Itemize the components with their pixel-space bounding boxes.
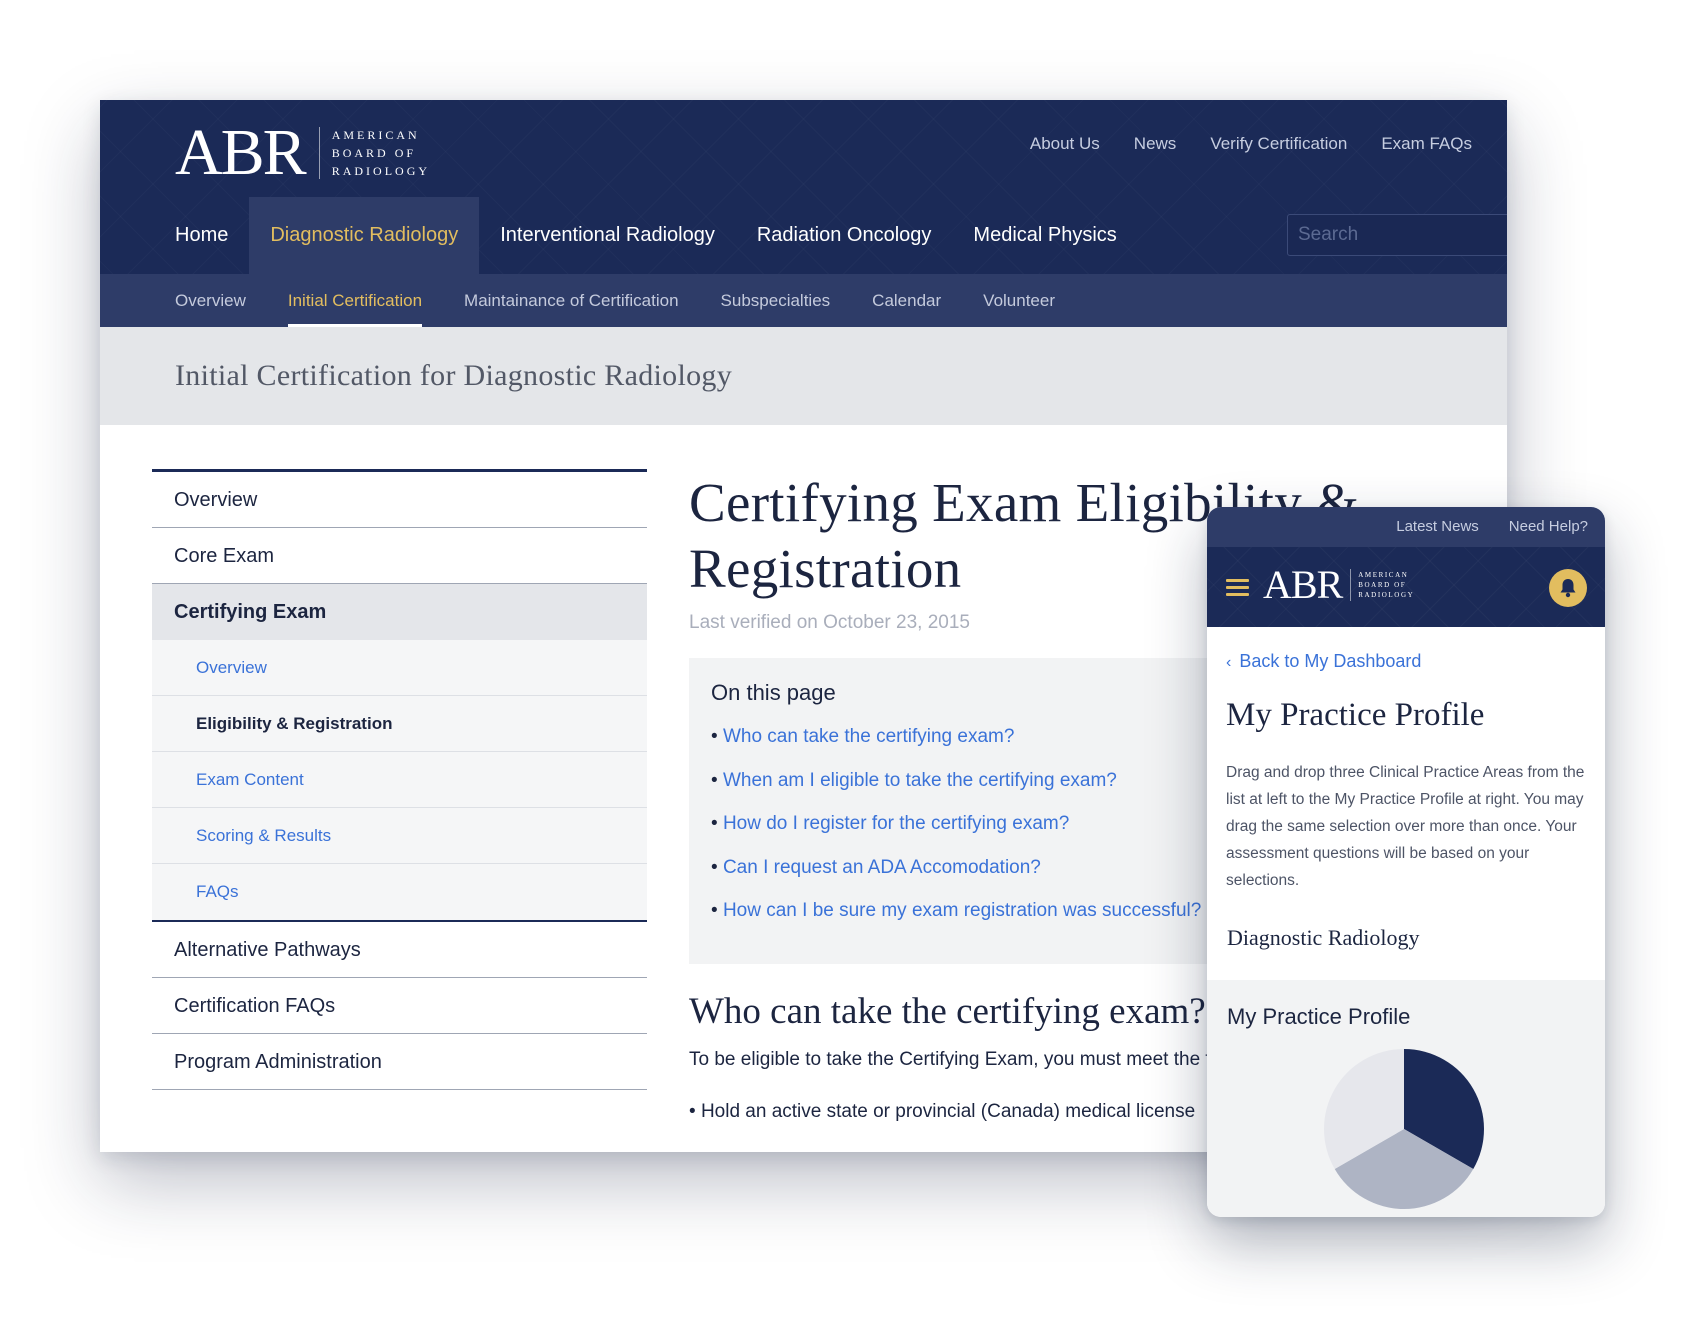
side-sub-faqs[interactable]: FAQs bbox=[152, 864, 647, 920]
logo-word-3: RADIOLOGY bbox=[331, 164, 431, 178]
side-sub-exam-content[interactable]: Exam Content bbox=[152, 752, 647, 808]
logo-divider bbox=[318, 127, 320, 179]
mobile-description: Drag and drop three Clinical Practice Ar… bbox=[1226, 764, 1585, 889]
sub-nav-subspecialties[interactable]: Subspecialties bbox=[700, 274, 852, 327]
sub-nav-maintainance-of-certification[interactable]: Maintainance of Certification bbox=[443, 274, 700, 327]
main-nav-radiation-oncology[interactable]: Radiation Oncology bbox=[736, 197, 953, 274]
side-item-overview[interactable]: Overview bbox=[152, 472, 647, 528]
mobile-abr-logo[interactable]: ABR AMERICAN BOARD OF RADIOLOGY bbox=[1263, 565, 1414, 605]
side-item-certification-faqs[interactable]: Certification FAQs bbox=[152, 978, 647, 1034]
mobile-link-need-help[interactable]: Need Help? bbox=[1509, 518, 1588, 535]
main-nav: Home Diagnostic Radiology Interventional… bbox=[154, 197, 1138, 274]
mobile-logo-word-2: BOARD OF bbox=[1358, 581, 1407, 589]
main-nav-medical-physics[interactable]: Medical Physics bbox=[952, 197, 1137, 274]
mobile-utility-bar: Latest News Need Help? bbox=[1207, 507, 1605, 547]
notification-bell-icon[interactable] bbox=[1549, 569, 1587, 607]
toc-link-how-register[interactable]: How do I register for the certifying exa… bbox=[723, 813, 1069, 834]
mobile-logo-mark: ABR bbox=[1263, 562, 1343, 607]
site-header: ABR AMERICAN BOARD OF RADIOLOGY About Us… bbox=[100, 100, 1507, 327]
util-link-verify-certification[interactable]: Verify Certification bbox=[1210, 134, 1347, 154]
toc-link-when-eligible[interactable]: When am I eligible to take the certifyin… bbox=[723, 770, 1117, 791]
sub-nav: Overview Initial Certification Maintaina… bbox=[100, 274, 1507, 327]
mobile-logo-divider bbox=[1350, 569, 1352, 601]
side-item-core-exam[interactable]: Core Exam bbox=[152, 528, 647, 584]
side-item-program-administration[interactable]: Program Administration bbox=[152, 1034, 647, 1090]
side-sub-eligibility-registration[interactable]: Eligibility & Registration bbox=[152, 696, 647, 752]
logo-word-1: AMERICAN bbox=[331, 128, 420, 142]
practice-area-diagnostic-radiology[interactable]: Diagnostic Radiology bbox=[1227, 925, 1419, 951]
mobile-header: ABR AMERICAN BOARD OF RADIOLOGY bbox=[1207, 547, 1605, 627]
main-nav-diagnostic-radiology[interactable]: Diagnostic Radiology bbox=[249, 197, 480, 274]
sub-nav-volunteer[interactable]: Volunteer bbox=[962, 274, 1076, 327]
mobile-page-title: My Practice Profile bbox=[1226, 697, 1485, 733]
side-item-alternative-pathways[interactable]: Alternative Pathways bbox=[152, 922, 647, 978]
main-nav-home[interactable]: Home bbox=[154, 197, 249, 274]
util-link-about-us[interactable]: About Us bbox=[1030, 134, 1100, 154]
mobile-logo-wordmark: AMERICAN BOARD OF RADIOLOGY bbox=[1358, 570, 1414, 600]
search-input[interactable] bbox=[1288, 215, 1507, 255]
practice-profile-pie-chart[interactable] bbox=[1319, 1044, 1489, 1214]
practice-profile-title: My Practice Profile bbox=[1227, 1004, 1411, 1029]
logo-mark: ABR bbox=[175, 116, 307, 189]
hamburger-menu-icon[interactable] bbox=[1226, 579, 1249, 596]
back-link-label: Back to My Dashboard bbox=[1239, 651, 1422, 671]
mobile-logo-word-1: AMERICAN bbox=[1358, 571, 1409, 579]
logo-wordmark: AMERICAN BOARD OF RADIOLOGY bbox=[332, 126, 430, 180]
main-nav-interventional-radiology[interactable]: Interventional Radiology bbox=[479, 197, 736, 274]
abr-logo[interactable]: ABR AMERICAN BOARD OF RADIOLOGY bbox=[175, 120, 430, 186]
sub-nav-calendar[interactable]: Calendar bbox=[851, 274, 962, 327]
bell-icon bbox=[1560, 579, 1576, 598]
practice-profile-panel: My Practice Profile bbox=[1207, 980, 1605, 1217]
page-title: Initial Certification for Diagnostic Rad… bbox=[175, 359, 733, 392]
toc-link-registration-successful[interactable]: How can I be sure my exam registration w… bbox=[723, 900, 1201, 921]
toc-link-who-can-take[interactable]: Who can take the certifying exam? bbox=[723, 726, 1014, 747]
mobile-link-latest-news[interactable]: Latest News bbox=[1396, 518, 1479, 535]
mobile-mockup: Latest News Need Help? ABR AMERICAN BOAR… bbox=[1207, 507, 1605, 1217]
side-submenu: Overview Eligibility & Registration Exam… bbox=[152, 640, 647, 922]
sub-nav-initial-certification[interactable]: Initial Certification bbox=[267, 274, 443, 327]
requirement-text: Hold an active state or provincial (Cana… bbox=[700, 1101, 1196, 1122]
util-link-news[interactable]: News bbox=[1134, 134, 1177, 154]
side-menu: Overview Core Exam Certifying Exam Overv… bbox=[152, 469, 647, 1090]
utility-nav: About Us News Verify Certification Exam … bbox=[1030, 134, 1472, 154]
chevron-left-icon: ‹ bbox=[1226, 654, 1232, 671]
util-link-exam-faqs[interactable]: Exam FAQs bbox=[1381, 134, 1472, 154]
back-to-dashboard-link[interactable]: ‹ Back to My Dashboard bbox=[1226, 651, 1421, 672]
mobile-logo-word-3: RADIOLOGY bbox=[1358, 591, 1415, 599]
logo-word-2: BOARD OF bbox=[331, 146, 417, 160]
side-sub-overview[interactable]: Overview bbox=[152, 640, 647, 696]
side-sub-scoring-results[interactable]: Scoring & Results bbox=[152, 808, 647, 864]
page-title-band: Initial Certification for Diagnostic Rad… bbox=[100, 327, 1507, 425]
side-item-certifying-exam[interactable]: Certifying Exam bbox=[152, 584, 647, 640]
toc-link-ada-accommodation[interactable]: Can I request an ADA Accomodation? bbox=[723, 857, 1041, 878]
search-box bbox=[1287, 214, 1507, 256]
sub-nav-overview[interactable]: Overview bbox=[154, 274, 267, 327]
